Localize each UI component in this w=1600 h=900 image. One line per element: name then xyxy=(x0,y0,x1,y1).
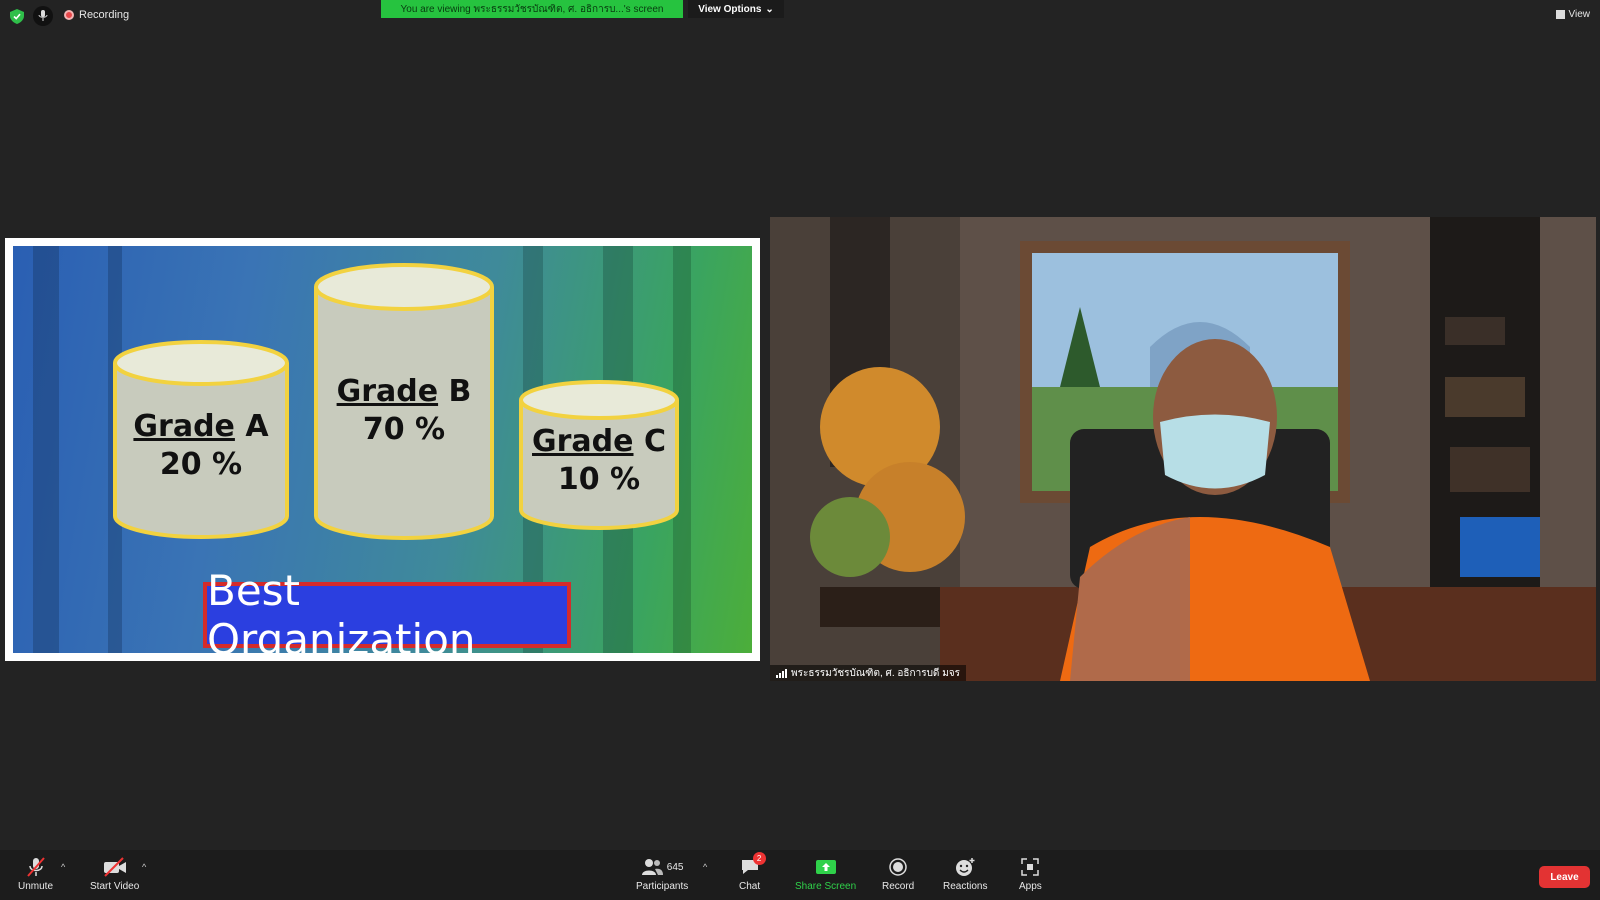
reactions-button[interactable]: Reactions xyxy=(943,856,987,892)
record-label: Record xyxy=(882,881,915,892)
view-button[interactable]: View xyxy=(1555,9,1591,20)
grade-percent: 70 % xyxy=(362,412,446,447)
grid-view-icon xyxy=(1555,10,1565,19)
view-options-button[interactable]: View Options ⌄ xyxy=(688,0,784,18)
grade-word: Grade xyxy=(532,424,634,459)
participants-button[interactable]: 645 Participants xyxy=(636,856,688,892)
chat-unread-badge: 2 xyxy=(752,852,766,865)
unmute-button[interactable]: Unmute xyxy=(18,856,53,892)
best-organization-banner: Best Organization xyxy=(203,566,571,653)
grade-word: Grade xyxy=(336,374,439,409)
participant-video[interactable]: พระธรรมวัชรบัณฑิต, ศ. อธิการบดี มจร xyxy=(770,217,1596,681)
view-options-label: View Options xyxy=(698,3,762,15)
recording-indicator[interactable]: Recording xyxy=(64,9,129,21)
start-video-label: Start Video xyxy=(90,881,140,892)
apps-button[interactable]: Apps xyxy=(1019,856,1042,892)
share-screen-label: Share Screen xyxy=(795,881,857,892)
grade-c-label: Grade C 10 % xyxy=(521,423,677,499)
start-video-button[interactable]: Start Video xyxy=(90,856,139,892)
grade-a-label: Grade A 20 % xyxy=(121,408,281,484)
view-label: View xyxy=(1568,9,1591,20)
reactions-smiley-icon xyxy=(956,858,975,876)
shared-screen[interactable]: Grade A 20 % Grade B 70 % Grade C 10 % B… xyxy=(5,238,760,661)
recording-label: Recording xyxy=(79,9,130,21)
top-bar: Recording You are viewing พระธรรมวัชรบัณ… xyxy=(0,0,1600,32)
video-options-caret-icon[interactable]: ^ xyxy=(142,862,146,872)
grade-letter: A xyxy=(245,409,269,444)
share-screen-icon xyxy=(815,860,836,874)
muted-mic-icon xyxy=(26,857,45,877)
apps-label: Apps xyxy=(1019,881,1042,892)
grade-b-label: Grade B 70 % xyxy=(321,373,487,449)
leave-button[interactable]: Leave xyxy=(1539,866,1590,888)
video-frame-image xyxy=(770,217,1596,681)
grade-word: Grade xyxy=(133,409,235,444)
recording-dot-icon xyxy=(64,10,74,20)
participant-name: พระธรรมวัชรบัณฑิต, ศ. อธิการบดี มจร xyxy=(791,667,961,679)
reactions-label: Reactions xyxy=(943,881,988,892)
audio-options-caret-icon[interactable]: ^ xyxy=(61,862,65,872)
record-button[interactable]: Record xyxy=(882,856,914,892)
participants-label: Participants xyxy=(636,881,689,892)
participants-options-caret-icon[interactable]: ^ xyxy=(703,862,707,872)
grade-letter: C xyxy=(643,424,666,459)
chat-label: Chat xyxy=(739,881,761,892)
chat-button[interactable]: 2 Chat xyxy=(739,852,766,892)
signal-strength-icon xyxy=(776,668,787,678)
meeting-toolbar: Unmute ^ Start Video ^ 645 Participants … xyxy=(0,850,1600,900)
grade-percent: 20 % xyxy=(159,447,243,482)
participant-name-tag: พระธรรมวัชรบัณฑิต, ศ. อธิการบดี มจร xyxy=(770,665,967,681)
unmute-label: Unmute xyxy=(18,881,54,892)
security-shield-icon[interactable] xyxy=(10,9,24,24)
record-icon xyxy=(889,858,907,876)
video-off-icon xyxy=(103,857,126,877)
participant-count: 645 xyxy=(666,861,684,873)
audio-status-icon[interactable] xyxy=(33,6,53,26)
grade-letter: B xyxy=(448,374,472,409)
participants-icon xyxy=(641,859,663,875)
presentation-slide: Grade A 20 % Grade B 70 % Grade C 10 % B… xyxy=(13,246,752,653)
chevron-down-icon: ⌄ xyxy=(765,3,774,15)
apps-icon xyxy=(1021,858,1040,876)
viewing-screen-banner: You are viewing พระธรรมวัชรบัณฑิต, ศ. อธ… xyxy=(381,0,683,18)
grade-percent: 10 % xyxy=(557,462,641,497)
share-screen-button[interactable]: Share Screen xyxy=(795,856,856,892)
